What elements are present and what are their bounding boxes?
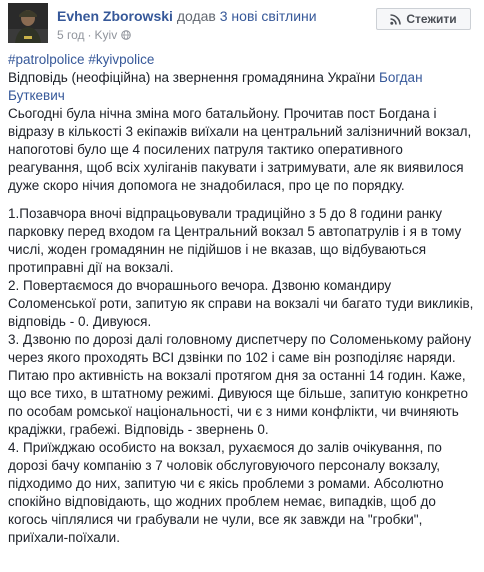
post-location[interactable]: Kyiv xyxy=(95,28,118,42)
intro-text: Відповідь (неофіційна) на звернення гром… xyxy=(8,70,376,85)
hashtag-link[interactable]: #patrolpolice xyxy=(8,52,85,67)
meta-separator: · xyxy=(87,28,92,42)
author-line: Evhen Zborowski додав 3 нові світлини xyxy=(57,8,317,24)
avatar-photo-icon xyxy=(8,3,48,43)
paragraph: 2. Повертаємося до вчорашнього вечора. Д… xyxy=(8,278,474,329)
follow-label: Стежити xyxy=(406,12,457,26)
rss-icon xyxy=(390,13,402,25)
intro-line: Відповідь (неофіційна) на звернення гром… xyxy=(8,69,478,105)
facebook-post: Evhen Zborowski додав 3 нові світлини 5 … xyxy=(0,0,484,572)
post-meta: 5 год · Kyiv xyxy=(57,28,132,42)
paragraph: 1.Позавчора вночі відпрацьовували традиц… xyxy=(8,206,462,275)
author-name[interactable]: Evhen Zborowski xyxy=(57,8,173,24)
globe-icon xyxy=(121,30,132,40)
paragraph: Сьогодні була нічна зміна мого батальйон… xyxy=(8,106,472,193)
post-time[interactable]: 5 год xyxy=(57,28,85,42)
hashtags: #patrolpolice #kyivpolice xyxy=(8,51,478,69)
photos-link[interactable]: 3 нові світлини xyxy=(220,8,317,24)
post-header: Evhen Zborowski додав 3 нові світлини 5 … xyxy=(0,0,484,46)
post-action: додав 3 нові світлини xyxy=(177,8,317,24)
post-body: #patrolpolice #kyivpolice Відповідь (нео… xyxy=(8,51,478,547)
paragraph: 4. Приїжджаю особисто на вокзал, рухаємо… xyxy=(8,440,444,545)
author-avatar[interactable] xyxy=(8,3,48,43)
paragraph: 3. Дзвоню по дорозі далі головному диспе… xyxy=(8,332,472,437)
follow-button[interactable]: Стежити xyxy=(376,8,471,30)
hashtag-link[interactable]: #kyivpolice xyxy=(88,52,154,67)
action-prefix: додав xyxy=(176,8,216,24)
